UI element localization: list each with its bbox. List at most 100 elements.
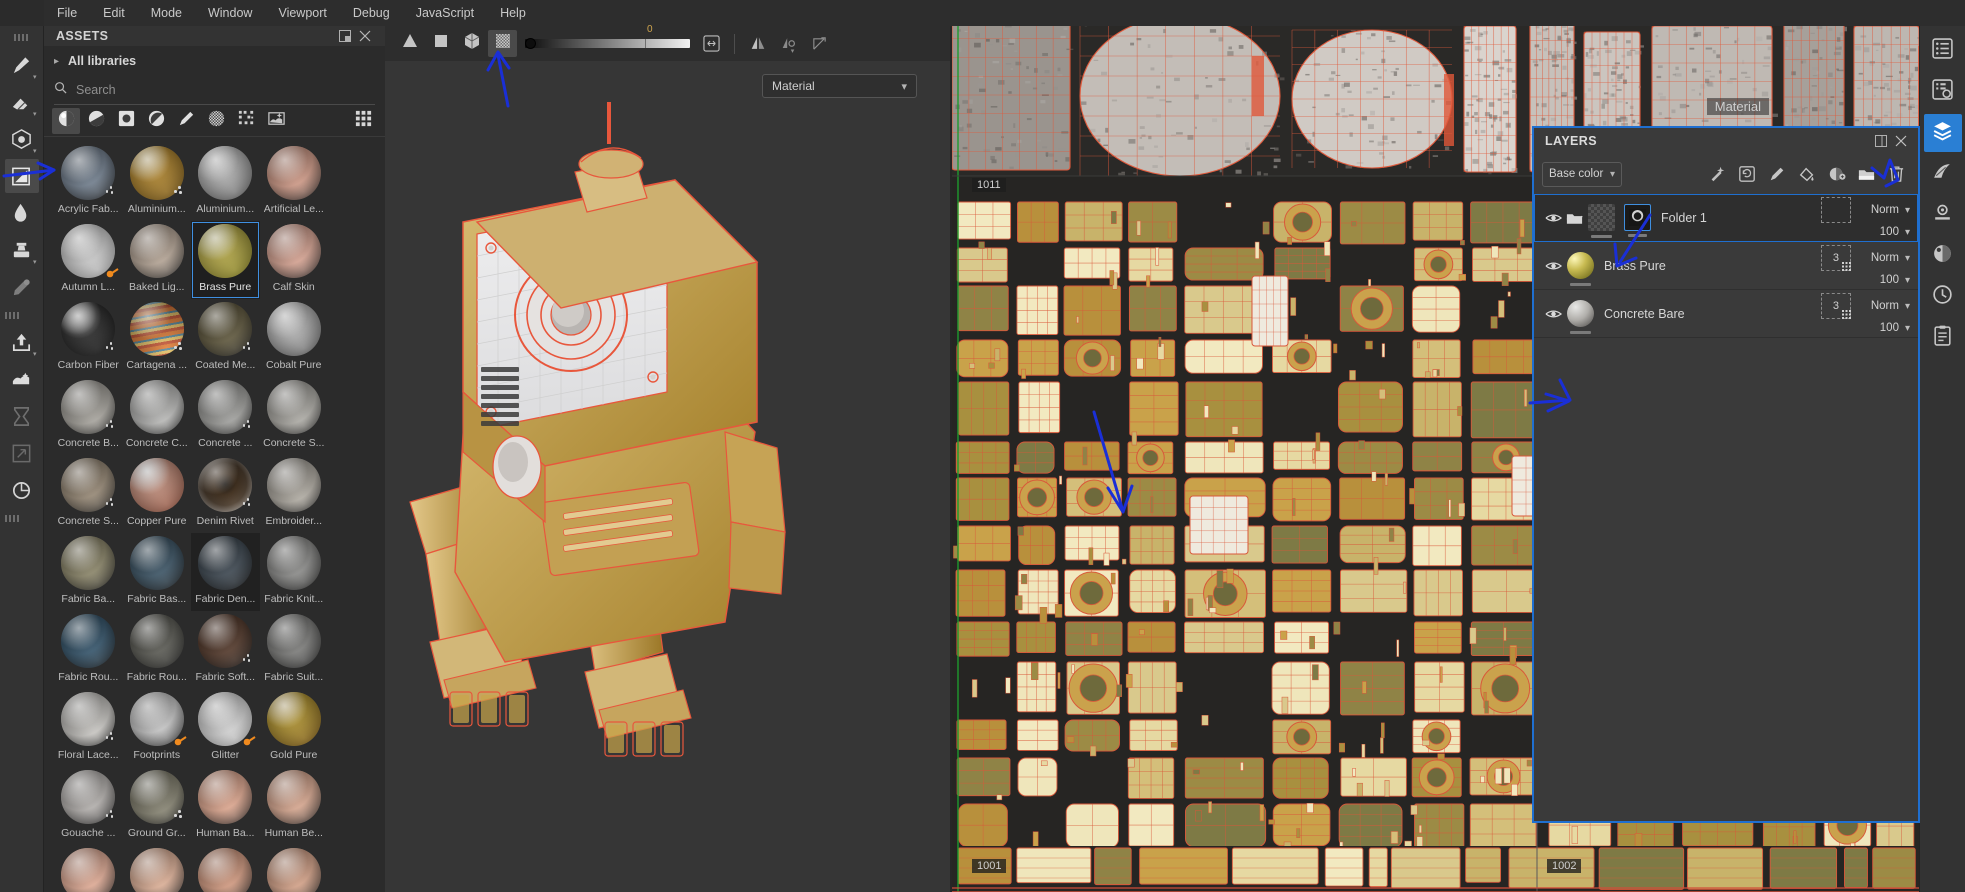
asset-item[interactable]: Gouache ... <box>54 767 123 845</box>
asset-item[interactable]: Floral Lace... <box>54 689 123 767</box>
asset-item[interactable] <box>260 845 329 892</box>
folder-icon[interactable] <box>1565 210 1584 226</box>
filter-environments[interactable] <box>262 108 290 134</box>
slider-track[interactable] <box>525 39 690 48</box>
swap-views-button[interactable] <box>697 30 726 57</box>
texture-set-list-button[interactable] <box>1924 32 1962 70</box>
layer-mask-thumbnail[interactable] <box>1624 204 1651 237</box>
symmetry-settings[interactable]: ▾ <box>774 30 803 57</box>
chevron-down-icon[interactable]: ▾ <box>1905 205 1910 216</box>
asset-item[interactable]: Concrete ... <box>191 377 260 455</box>
asset-item[interactable]: Fabric Soft... <box>191 611 260 689</box>
library-selector[interactable]: ▸ All libraries <box>44 46 385 76</box>
layer-visibility-toggle[interactable] <box>1543 260 1563 272</box>
asset-item[interactable]: Human Ba... <box>191 767 260 845</box>
viewport-mode-cube[interactable] <box>457 30 486 57</box>
export-tool[interactable]: ▾ <box>5 325 39 359</box>
dock-icon[interactable] <box>335 26 355 46</box>
layer-visibility-toggle[interactable] <box>1543 212 1563 224</box>
close-icon[interactable] <box>355 26 375 46</box>
asset-item[interactable]: Acrylic Fab... <box>54 143 123 221</box>
layer-effects-count[interactable] <box>1820 197 1851 223</box>
viewport-3d[interactable]: 0 ▾ Material ▾ <box>385 24 950 892</box>
menu-item-help[interactable]: Help <box>487 0 539 26</box>
asset-item[interactable]: Fabric Ba... <box>54 533 123 611</box>
asset-item[interactable]: Fabric Rou... <box>54 611 123 689</box>
search-input[interactable]: Search <box>76 83 116 97</box>
asset-item[interactable]: Fabric Suit... <box>260 611 329 689</box>
asset-item[interactable]: Glitter <box>191 689 260 767</box>
bake-tool[interactable] <box>5 362 39 396</box>
add-paint-layer-button[interactable] <box>1763 161 1790 187</box>
asset-item[interactable]: Carbon Fiber <box>54 299 123 377</box>
add-fill-layer-button[interactable] <box>1793 161 1820 187</box>
viewport-mode-triangle[interactable] <box>395 30 424 57</box>
add-effect-button[interactable] <box>1703 161 1730 187</box>
asset-item[interactable]: Concrete S... <box>54 455 123 533</box>
filter-smart-masks[interactable] <box>142 108 170 134</box>
filter-textures[interactable] <box>232 108 260 134</box>
add-smart-mask-button[interactable] <box>1733 161 1760 187</box>
layer-effects-count[interactable]: 3 <box>1820 293 1851 319</box>
clone-tool[interactable]: ▾ <box>5 233 39 267</box>
shelf-button[interactable] <box>1924 155 1962 193</box>
layer-name[interactable]: Folder 1 <box>1661 211 1821 225</box>
viewport-mode-square[interactable] <box>426 30 455 57</box>
asset-item[interactable] <box>54 845 123 892</box>
asset-item[interactable]: Baked Lig... <box>123 221 192 299</box>
filter-masks[interactable] <box>112 108 140 134</box>
menu-item-edit[interactable]: Edit <box>90 0 138 26</box>
chevron-down-icon[interactable]: ▾ <box>1905 275 1910 286</box>
reset-tool[interactable] <box>5 473 39 507</box>
asset-item[interactable]: Concrete C... <box>123 377 192 455</box>
layer-blend-mode[interactable]: Norm <box>1857 204 1899 216</box>
smudge-tool[interactable] <box>5 196 39 230</box>
asset-item[interactable]: Human Be... <box>260 767 329 845</box>
view-grid[interactable] <box>349 108 377 134</box>
asset-item[interactable]: Denim Rivet <box>191 455 260 533</box>
material-dropdown[interactable]: Material ▾ <box>762 74 917 98</box>
asset-item[interactable]: Cartagena ... <box>123 299 192 377</box>
layer-thumbnail[interactable] <box>1588 204 1615 238</box>
layers-button[interactable] <box>1923 114 1962 152</box>
asset-item[interactable]: Fabric Bas... <box>123 533 192 611</box>
rail-drag-handle[interactable] <box>13 34 30 41</box>
asset-item[interactable]: Embroider... <box>260 455 329 533</box>
layer-opacity[interactable]: 100 <box>1857 274 1899 286</box>
layer-thumbnail[interactable] <box>1567 252 1594 286</box>
asset-item[interactable]: Fabric Rou... <box>123 611 192 689</box>
menu-item-debug[interactable]: Debug <box>340 0 403 26</box>
polygon-fill-tool[interactable] <box>4 159 39 193</box>
asset-item[interactable]: Artificial Le... <box>260 143 329 221</box>
asset-item[interactable]: Ground Gr... <box>123 767 192 845</box>
opacity-slider[interactable]: 0 <box>525 24 695 57</box>
asset-item[interactable]: Concrete S... <box>260 377 329 455</box>
layer-row[interactable]: Concrete Bare 3 Norm ▾ 100 ▾ <box>1534 290 1918 338</box>
asset-item[interactable]: Gold Pure <box>260 689 329 767</box>
layer-blend-mode[interactable]: Norm <box>1857 300 1899 312</box>
asset-item[interactable]: Footprints <box>123 689 192 767</box>
menu-item-javascript[interactable]: JavaScript <box>403 0 487 26</box>
dock-icon[interactable] <box>1871 131 1891 151</box>
asset-item[interactable]: Cobalt Pure <box>260 299 329 377</box>
delete-layer-button[interactable] <box>1883 161 1910 187</box>
robot-3d-model[interactable] <box>385 102 950 892</box>
history-button[interactable] <box>1924 278 1962 316</box>
asset-item[interactable]: Aluminium... <box>191 143 260 221</box>
add-folder-button[interactable] <box>1853 161 1880 187</box>
layer-row[interactable]: Brass Pure 3 Norm ▾ 100 ▾ <box>1534 242 1918 290</box>
material-picker-tool[interactable] <box>5 270 39 304</box>
layer-visibility-toggle[interactable] <box>1543 308 1563 320</box>
menu-item-file[interactable]: File <box>44 0 90 26</box>
asset-item[interactable]: Brass Pure <box>191 221 260 299</box>
layer-name[interactable]: Concrete Bare <box>1604 307 1821 321</box>
chevron-down-icon[interactable]: ▾ <box>1905 227 1910 238</box>
asset-item[interactable]: Coated Me... <box>191 299 260 377</box>
hourglass-tool[interactable] <box>5 399 39 433</box>
resize-tool[interactable] <box>5 436 39 470</box>
assets-search-row[interactable]: Search <box>54 76 375 105</box>
close-icon[interactable] <box>1891 131 1911 151</box>
menu-item-mode[interactable]: Mode <box>138 0 195 26</box>
log-button[interactable] <box>1924 319 1962 357</box>
layer-effects-count[interactable]: 3 <box>1820 245 1851 271</box>
